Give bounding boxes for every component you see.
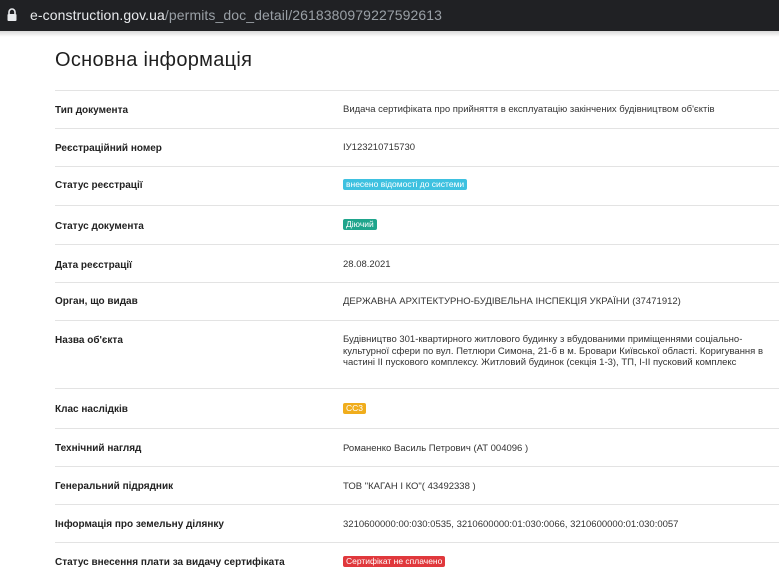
- table-row-registration-number: Реєстраційний номер ІУ123210715730: [55, 128, 779, 166]
- row-value: ТОВ "КАГАН І КО"( 43492338 ): [343, 481, 476, 492]
- table-row-technical-supervision: Технічний нагляд Романенко Василь Петров…: [55, 428, 779, 466]
- row-value: ДЕРЖАВНА АРХІТЕКТУРНО-БУДІВЕЛЬНА ІНСПЕКЦ…: [343, 296, 681, 307]
- row-value: Видача сертифіката про прийняття в експл…: [343, 104, 715, 115]
- row-value: Діючий: [343, 219, 377, 231]
- row-label: Тип документа: [55, 105, 129, 116]
- row-value: внесено відомості до системи: [343, 179, 468, 191]
- table-row-document-status: Статус документа Діючий: [55, 205, 779, 244]
- row-label: Інформація про земельну ділянку: [55, 519, 224, 530]
- row-label: Статус документа: [55, 221, 144, 232]
- row-label: Орган, що видав: [55, 296, 138, 307]
- info-table: Тип документа Видача сертифіката про при…: [55, 90, 779, 582]
- row-label: Клас наслідків: [55, 404, 128, 415]
- row-value: 3210600000:00:030:0535, 3210600000:01:03…: [343, 519, 679, 530]
- url-text[interactable]: e-construction.gov.ua/permits_doc_detail…: [30, 7, 442, 23]
- table-row-land-plot-info: Інформація про земельну ділянку 32106000…: [55, 504, 779, 542]
- status-badge: Діючий: [343, 219, 377, 230]
- row-label: Назва об'єкта: [55, 335, 123, 346]
- table-row-payment-status: Статус внесення плати за видачу сертифік…: [55, 542, 779, 582]
- lock-icon[interactable]: [6, 8, 18, 22]
- table-row-registration-status: Статус реєстрації внесено відомості до с…: [55, 166, 779, 205]
- url-host: e-construction.gov.ua: [30, 7, 165, 23]
- browser-address-bar[interactable]: e-construction.gov.ua/permits_doc_detail…: [0, 0, 779, 31]
- payment-status-badge: Сертифікат не сплачено: [343, 556, 446, 567]
- table-row-object-name: Назва об'єкта Будівництво 301-квартирног…: [55, 320, 779, 388]
- table-row-consequence-class: Клас наслідків СС3: [55, 388, 779, 428]
- row-label: Статус внесення плати за видачу сертифік…: [55, 557, 285, 568]
- row-value: Будівництво 301-квартирного житлового бу…: [343, 334, 764, 368]
- row-label: Статус реєстрації: [55, 180, 143, 191]
- row-value: Романенко Василь Петрович (АТ 004096 ): [343, 443, 529, 454]
- row-value: СС3: [343, 403, 367, 415]
- table-row-registration-date: Дата реєстрації 28.08.2021: [55, 244, 779, 282]
- page-title: Основна інформація: [55, 49, 253, 71]
- table-row-document-type: Тип документа Видача сертифіката про при…: [55, 90, 779, 128]
- table-row-issuing-authority: Орган, що видав ДЕРЖАВНА АРХІТЕКТУРНО-БУ…: [55, 282, 779, 320]
- url-path: /permits_doc_detail/2618380979227592613: [164, 7, 443, 23]
- class-badge: СС3: [343, 403, 367, 414]
- table-row-general-contractor: Генеральний підрядник ТОВ "КАГАН І КО"( …: [55, 466, 779, 504]
- row-label: Дата реєстрації: [55, 260, 132, 271]
- row-value: ІУ123210715730: [343, 142, 416, 153]
- row-value: Сертифікат не сплачено: [343, 556, 446, 568]
- row-label: Генеральний підрядник: [55, 481, 174, 492]
- row-value: 28.08.2021: [343, 259, 391, 270]
- row-label: Реєстраційний номер: [55, 143, 162, 154]
- header-shadow: [0, 31, 779, 37]
- status-badge: внесено відомості до системи: [343, 179, 468, 190]
- row-label: Технічний нагляд: [55, 443, 142, 454]
